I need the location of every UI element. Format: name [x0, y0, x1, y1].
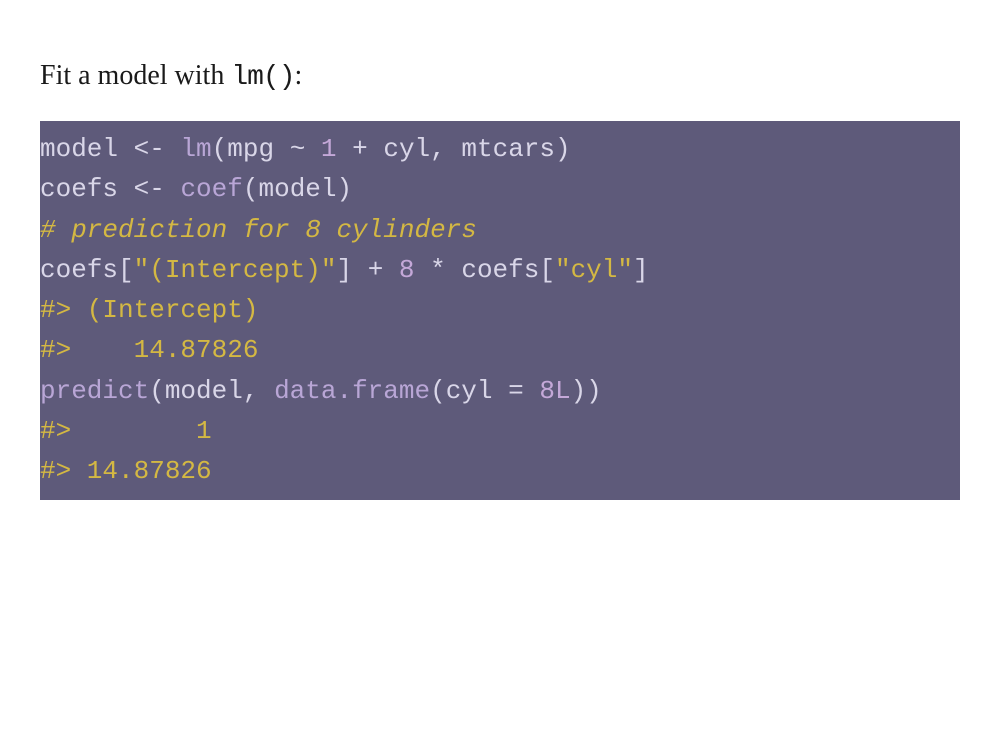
code-line-4: # prediction for 8 cylinders	[40, 210, 960, 250]
tok: model	[258, 174, 336, 204]
tok: L	[555, 376, 571, 406]
tok: ,	[430, 134, 446, 164]
tok: ]	[336, 255, 352, 285]
tok: coefs	[40, 255, 118, 285]
tok: <-	[134, 174, 165, 204]
tok: (	[149, 376, 165, 406]
code-line-6: #> (Intercept)	[40, 290, 960, 330]
tok: )	[337, 174, 353, 204]
tok: (	[243, 174, 259, 204]
tok: coef	[180, 174, 242, 204]
tok: "cyl"	[555, 255, 633, 285]
tok	[258, 376, 274, 406]
code-line-5: coefs["(Intercept)"] + 8 * coefs["cyl"]	[40, 250, 960, 290]
intro-suffix: :	[295, 60, 303, 91]
code-line-7: #> 14.87826	[40, 330, 960, 370]
tok: coefs	[446, 255, 540, 285]
tok	[165, 174, 181, 204]
tok: predict	[40, 376, 149, 406]
tok: )	[571, 376, 587, 406]
tok: lm	[180, 134, 211, 164]
tok: ]	[633, 255, 649, 285]
tok: 8	[539, 376, 555, 406]
intro-code: lm()	[231, 62, 294, 93]
tok: ,	[243, 376, 259, 406]
tok: model	[40, 134, 134, 164]
tok: +	[352, 134, 368, 164]
tok: 1	[321, 134, 337, 164]
tok: #> 14.87826	[40, 456, 212, 486]
code-block: model <- lm(mpg ~ 1 + cyl, mtcars) coefs…	[40, 121, 960, 500]
code-line-1: model <- lm(mpg ~ 1 + cyl, mtcars)	[40, 129, 960, 169]
code-line-11: #> 14.87826	[40, 451, 960, 491]
tok: (	[212, 134, 228, 164]
tok: ~	[290, 134, 306, 164]
intro-text: Fit a model with lm():	[40, 60, 960, 93]
tok: [	[539, 255, 555, 285]
tok	[383, 255, 399, 285]
tok: mtcars	[446, 134, 555, 164]
tok: # prediction for 8 cylinders	[40, 215, 477, 245]
tok: =	[508, 376, 524, 406]
tok: <-	[134, 134, 165, 164]
tok: model	[165, 376, 243, 406]
tok	[415, 255, 431, 285]
tok: )	[586, 376, 602, 406]
tok: *	[430, 255, 446, 285]
tok: (	[430, 376, 446, 406]
intro-prefix: Fit a model with	[40, 60, 231, 91]
tok: )	[555, 134, 571, 164]
tok: [	[118, 255, 134, 285]
tok	[305, 134, 321, 164]
tok: #> 1	[40, 416, 227, 446]
tok: mpg	[227, 134, 289, 164]
tok	[337, 134, 353, 164]
tok	[524, 376, 540, 406]
code-line-2: coefs <- coef(model)	[40, 169, 960, 209]
tok: 8	[399, 255, 415, 285]
tok: "(Intercept)"	[134, 255, 337, 285]
tok: cyl	[446, 376, 508, 406]
tok: data.frame	[274, 376, 430, 406]
tok: #> (Intercept)	[40, 295, 274, 325]
code-line-9: predict(model, data.frame(cyl = 8L))	[40, 371, 960, 411]
tok: coefs	[40, 174, 134, 204]
code-line-10: #> 1	[40, 411, 960, 451]
tok: #> 14.87826	[40, 335, 258, 365]
tok	[165, 134, 181, 164]
tok: cyl	[368, 134, 430, 164]
tok: +	[368, 255, 384, 285]
tok	[352, 255, 368, 285]
